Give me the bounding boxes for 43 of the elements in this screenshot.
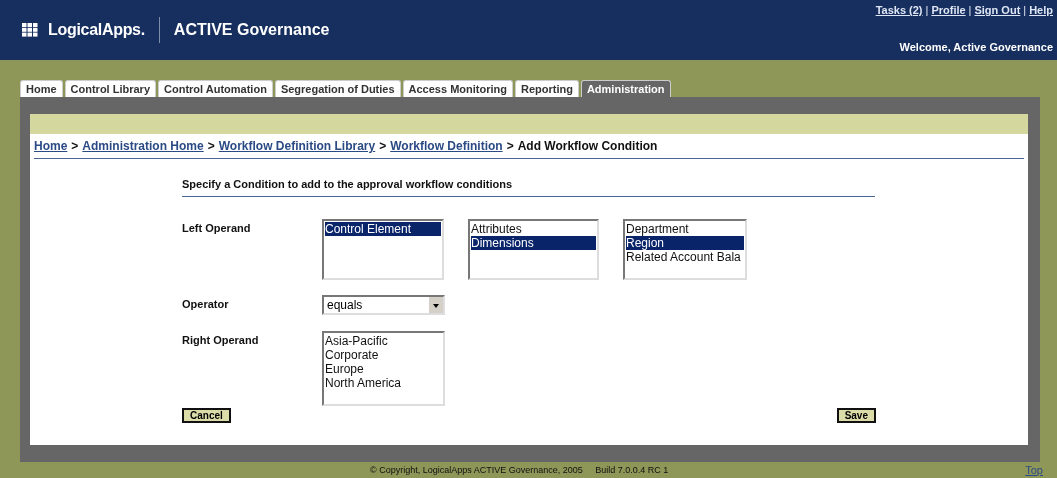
link-separator: |: [925, 4, 929, 16]
save-button[interactable]: Save: [836, 408, 876, 423]
link-separator: |: [1023, 4, 1027, 16]
nav-tab[interactable]: Reporting: [514, 80, 579, 97]
operator-dropdown[interactable]: equals: [322, 295, 445, 315]
nav-tab[interactable]: Segregation of Duties: [274, 80, 401, 97]
breadcrumb-separator: >: [207, 139, 215, 153]
nav-tab[interactable]: Control Automation: [158, 80, 273, 97]
list-box[interactable]: Attributes Dimensions: [468, 219, 599, 280]
grid-logo-icon: [22, 23, 38, 37]
breadcrumb-current: Add Workflow Condition: [517, 139, 658, 153]
breadcrumb-link[interactable]: Workflow Definition Library: [218, 139, 376, 153]
breadcrumb-link[interactable]: Home: [34, 139, 68, 153]
list-box[interactable]: Asia-Pacific Corporate Europe North America: [322, 331, 445, 406]
nav-tab[interactable]: Access Monitoring: [402, 80, 513, 97]
breadcrumb-separator: >: [379, 139, 387, 153]
field-label: Operator: [182, 297, 230, 310]
nav-tab[interactable]: Administration: [580, 80, 671, 97]
breadcrumb-separator: >: [71, 139, 79, 153]
list-option[interactable]: Region: [626, 236, 744, 250]
link-separator: |: [968, 4, 972, 16]
list-box[interactable]: Department Region Related Account Bala: [623, 219, 747, 280]
list-box[interactable]: Control Element: [322, 219, 444, 280]
nav-tab[interactable]: Control Library: [64, 80, 156, 97]
nav-tab[interactable]: Home: [20, 80, 63, 97]
header-link[interactable]: Sign Out: [974, 4, 1021, 16]
instruction-text: Specify a Condition to add to the approval workflow conditions: [182, 159, 875, 197]
breadcrumb-separator: >: [506, 139, 514, 153]
field-label: Right Operand: [182, 333, 260, 346]
logo-text: LogicalApps.: [48, 21, 145, 39]
breadcrumb-link[interactable]: Administration Home: [82, 139, 204, 153]
product-name: ACTIVE Governance: [173, 21, 330, 39]
list-option[interactable]: Control Element: [325, 222, 441, 236]
list-option[interactable]: Dimensions: [471, 236, 596, 250]
welcome-text: Welcome, Active Governance: [899, 41, 1053, 53]
header-link[interactable]: Tasks (2): [875, 4, 923, 16]
list-option[interactable]: Related Account Bala: [626, 250, 744, 264]
breadcrumb-link[interactable]: Workflow Definition: [390, 139, 503, 153]
field-label: Left Operand: [182, 221, 252, 234]
header-link[interactable]: Help: [1029, 4, 1053, 16]
copyright-text: © Copyright, LogicalApps ACTIVE Governance, 2005 Build 7.0.0.4 RC 1: [370, 465, 669, 475]
cancel-button[interactable]: Cancel: [182, 408, 231, 423]
header-link[interactable]: Profile: [931, 4, 966, 16]
